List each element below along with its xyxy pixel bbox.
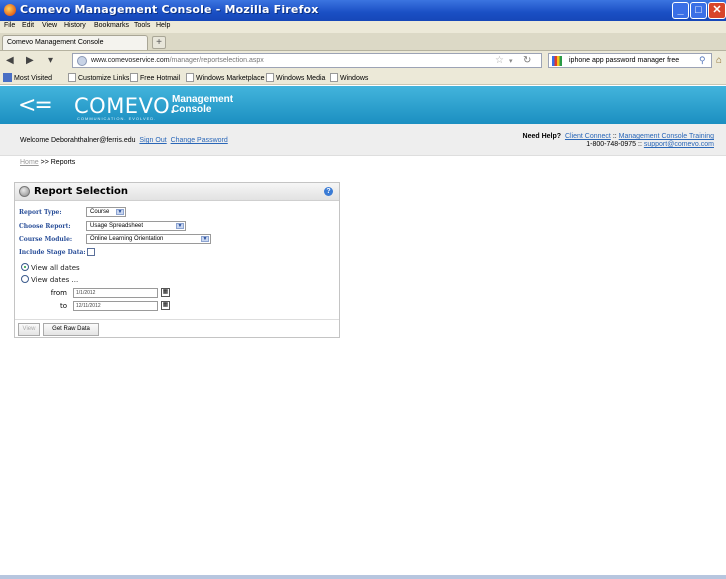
bookmark-most-visited[interactable]: Most Visited	[3, 73, 52, 82]
welcome-row: Welcome Deborahthalner@ferris.edu Sign O…	[0, 124, 726, 156]
bookmark-windows-marketplace[interactable]: Windows Marketplace	[186, 73, 264, 82]
menu-help[interactable]: Help	[156, 22, 170, 29]
choose-report-select[interactable]: Usage Spreadsheet ▼	[86, 221, 186, 231]
breadcrumb-home-link[interactable]: Home	[20, 159, 39, 166]
status-bar	[0, 575, 726, 579]
view-button[interactable]: View	[18, 323, 40, 336]
bookmark-customize-links[interactable]: Customize Links	[68, 73, 129, 82]
forward-icon[interactable]: ▶	[26, 55, 34, 66]
history-dropdown-icon[interactable]: ▾	[48, 55, 53, 66]
breadcrumb: Home >> Reports	[20, 159, 75, 166]
console-title: Management Console	[172, 94, 234, 115]
help-icon[interactable]: ?	[324, 187, 333, 196]
url-bar[interactable]: www.comevoservice.com/manager/reportsele…	[72, 53, 542, 68]
new-tab-button[interactable]: +	[152, 36, 166, 49]
need-help-label: Need Help?	[522, 133, 562, 140]
training-link[interactable]: Management Console Training	[619, 133, 714, 140]
breadcrumb-current: >> Reports	[38, 159, 76, 166]
from-date-input[interactable]: 1/1/2012	[73, 288, 158, 298]
from-label: from	[50, 289, 67, 297]
change-password-link[interactable]: Change Password	[171, 137, 228, 144]
url-dropdown-icon[interactable]: ▾	[509, 57, 513, 65]
panel-title: Report Selection	[34, 186, 129, 197]
to-date-input[interactable]: 12/11/2012	[73, 301, 158, 311]
page-icon	[130, 73, 138, 82]
report-type-label: Report Type:	[19, 209, 62, 216]
reload-icon[interactable]: ↻	[523, 55, 531, 66]
view-all-dates-option[interactable]: View all dates	[21, 263, 80, 272]
chevron-down-icon: ▼	[176, 223, 184, 229]
panel-header: Report Selection ?	[15, 183, 339, 201]
url-text[interactable]: www.comevoservice.com/manager/reportsele…	[91, 57, 264, 64]
tab-bar: Comevo Management Console +	[0, 33, 726, 51]
search-input[interactable]: iphone app password manager free	[569, 57, 679, 64]
to-label: to	[59, 302, 67, 310]
comevo-logo-text: COMEVO.	[74, 94, 177, 118]
page-icon	[68, 73, 76, 82]
view-dates-option[interactable]: View dates ...	[21, 275, 78, 284]
report-icon	[19, 186, 30, 197]
bookmark-windows[interactable]: Windows	[330, 73, 368, 82]
bookmark-windows-media[interactable]: Windows Media	[266, 73, 325, 82]
search-icon[interactable]: ⚲	[699, 55, 706, 66]
menu-view[interactable]: View	[42, 22, 57, 29]
include-stage-label: Include Stage Data:	[19, 249, 86, 256]
page-icon	[186, 73, 194, 82]
tab-comevo[interactable]: Comevo Management Console	[2, 35, 148, 50]
search-bar[interactable]: iphone app password manager free ⚲	[548, 53, 712, 68]
chevron-down-icon: ▼	[116, 209, 124, 215]
menu-history[interactable]: History	[64, 22, 86, 29]
menu-bookmarks[interactable]: Bookmarks	[94, 22, 129, 29]
back-icon[interactable]: ◀	[6, 55, 14, 66]
google-icon[interactable]	[552, 56, 562, 66]
home-icon[interactable]: ⌂	[716, 55, 722, 66]
report-selection-panel: Report Selection ? Report Type: Course ▼ …	[14, 182, 340, 338]
support-email-link[interactable]: support@comevo.com	[644, 141, 714, 148]
bookmark-star-icon[interactable]: ☆	[495, 55, 504, 66]
window-title: Comevo Management Console - Mozilla Fire…	[20, 3, 319, 16]
menu-tools[interactable]: Tools	[134, 22, 150, 29]
client-connect-link[interactable]: Client Connect	[565, 133, 611, 140]
welcome-message: Welcome Deborahthalner@ferris.edu Sign O…	[20, 137, 228, 144]
tab-label: Comevo Management Console	[7, 39, 104, 46]
page-icon	[266, 73, 274, 82]
site-identity-icon[interactable]	[77, 56, 87, 66]
support-phone: 1-800-748-0975	[586, 141, 637, 148]
firefox-icon	[4, 4, 16, 16]
get-raw-data-button[interactable]: Get Raw Data	[43, 323, 99, 336]
calendar-icon[interactable]: ▦	[161, 288, 170, 297]
course-module-select[interactable]: Online Learning Orientation ▼	[86, 234, 211, 244]
bookmarks-toolbar: Most Visited Customize Links Free Hotmai…	[0, 71, 726, 85]
calendar-icon[interactable]: ▦	[161, 301, 170, 310]
header-banner: <= COMEVO. COMMUNICATION. EVOLVED. Manag…	[0, 86, 726, 124]
button-bar: View Get Raw Data	[15, 319, 339, 338]
logo-tagline: COMMUNICATION. EVOLVED.	[77, 116, 157, 121]
menu-file[interactable]: File	[4, 22, 15, 29]
page-icon	[330, 73, 338, 82]
help-section: Need Help? Client Connect :: Management …	[522, 133, 714, 148]
chevron-down-icon: ▼	[201, 236, 209, 242]
view-all-dates-radio[interactable]	[21, 263, 29, 271]
include-stage-checkbox[interactable]	[87, 248, 95, 256]
bookmark-free-hotmail[interactable]: Free Hotmail	[130, 73, 180, 82]
course-module-label: Course Module:	[19, 236, 73, 243]
view-dates-radio[interactable]	[21, 275, 29, 283]
page-content: <= COMEVO. COMMUNICATION. EVOLVED. Manag…	[0, 86, 726, 576]
window-titlebar: Comevo Management Console - Mozilla Fire…	[0, 0, 726, 21]
menu-edit[interactable]: Edit	[22, 22, 34, 29]
minimize-button[interactable]: _	[672, 2, 689, 19]
report-type-select[interactable]: Course ▼	[86, 207, 126, 217]
choose-report-label: Choose Report:	[19, 223, 71, 230]
close-button[interactable]: ✕	[708, 2, 726, 19]
menu-bar: File Edit View History Bookmarks Tools H…	[0, 21, 726, 33]
comevo-logo-icon: <=	[18, 93, 53, 118]
sign-out-link[interactable]: Sign Out	[139, 137, 166, 144]
maximize-button[interactable]: □	[690, 2, 707, 19]
most-visited-icon	[3, 73, 12, 82]
navigation-bar: ◀ ▶ ▾ www.comevoservice.com/manager/repo…	[0, 51, 726, 71]
